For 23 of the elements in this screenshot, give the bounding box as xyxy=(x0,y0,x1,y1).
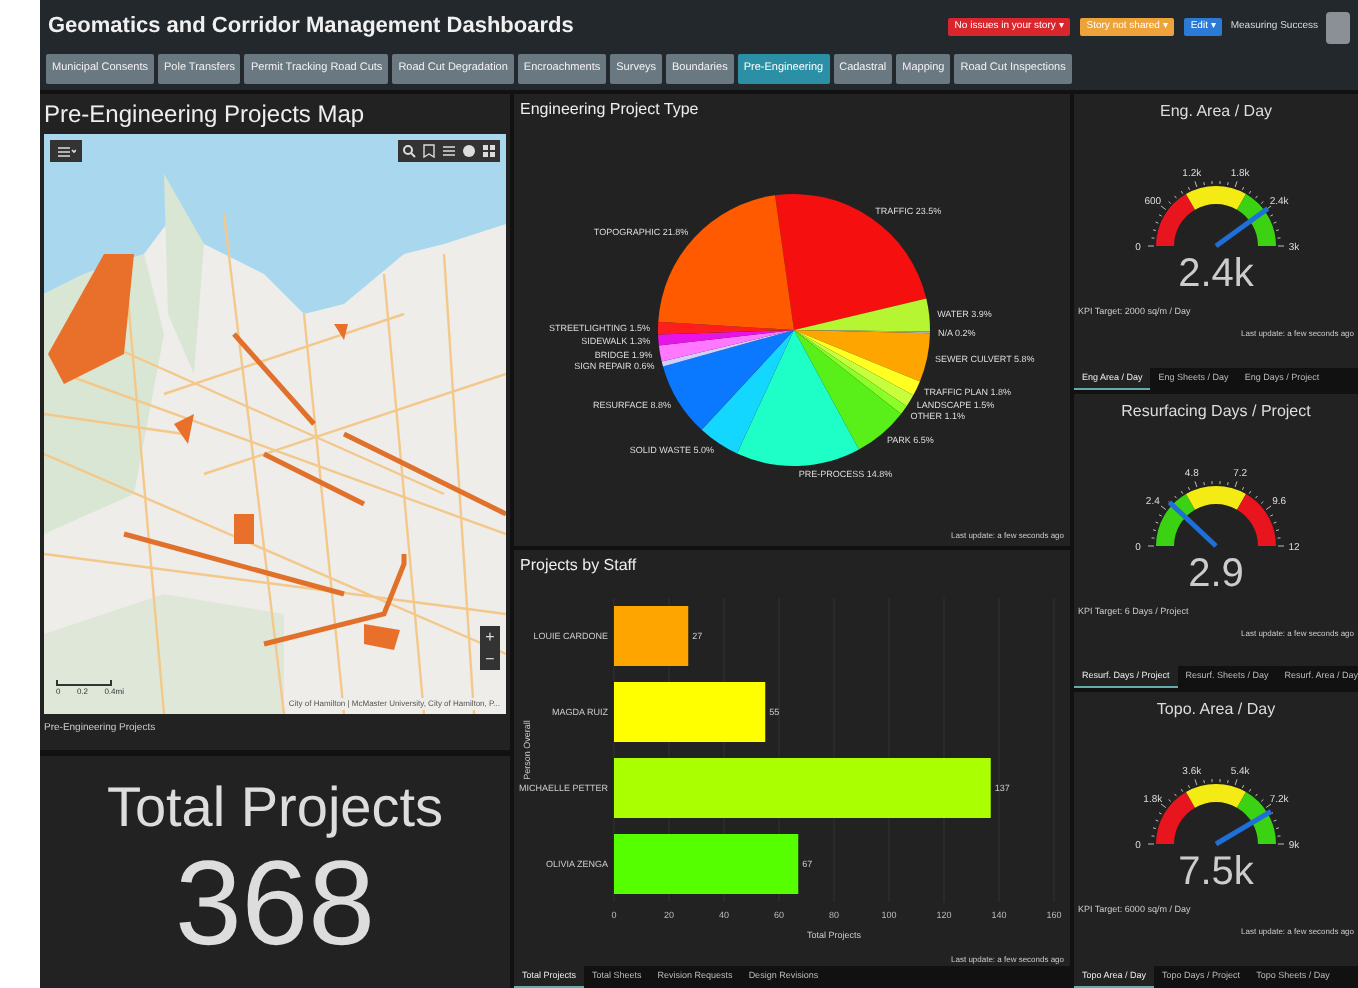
list-icon xyxy=(57,145,75,157)
bar xyxy=(614,606,689,666)
scale-bar xyxy=(56,680,112,686)
gauge-title: Resurfacing Days / Project xyxy=(1119,400,1313,422)
zoom-button[interactable]: + xyxy=(480,626,500,648)
grid-icon[interactable] xyxy=(482,144,496,158)
gauge-value: 2.4k xyxy=(1176,254,1256,294)
total-value: 368 xyxy=(174,840,376,968)
list-icon[interactable] xyxy=(442,144,456,158)
panel-title: Engineering Project Type xyxy=(518,98,701,122)
total-label: Total Projects xyxy=(106,776,444,840)
dashboard-title: Geomatics and Corridor Management Dashboards xyxy=(48,12,574,43)
layers-button[interactable] xyxy=(50,140,82,162)
gauge-value: 7.5k xyxy=(1176,852,1256,892)
gauge-title: Eng. Area / Day xyxy=(1157,100,1275,122)
gauge-title: Topo. Area / Day xyxy=(1154,698,1278,720)
gauge-value: 2.9 xyxy=(1186,554,1246,594)
panel-title: Pre-Engineering Projects Map xyxy=(42,98,367,132)
search-icon[interactable] xyxy=(402,144,416,158)
panel-title: Projects by Staff xyxy=(518,554,639,578)
avatar-icon[interactable] xyxy=(1326,11,1350,43)
bookmark-icon[interactable] xyxy=(422,144,436,158)
zoom-button[interactable]: − xyxy=(480,648,500,670)
